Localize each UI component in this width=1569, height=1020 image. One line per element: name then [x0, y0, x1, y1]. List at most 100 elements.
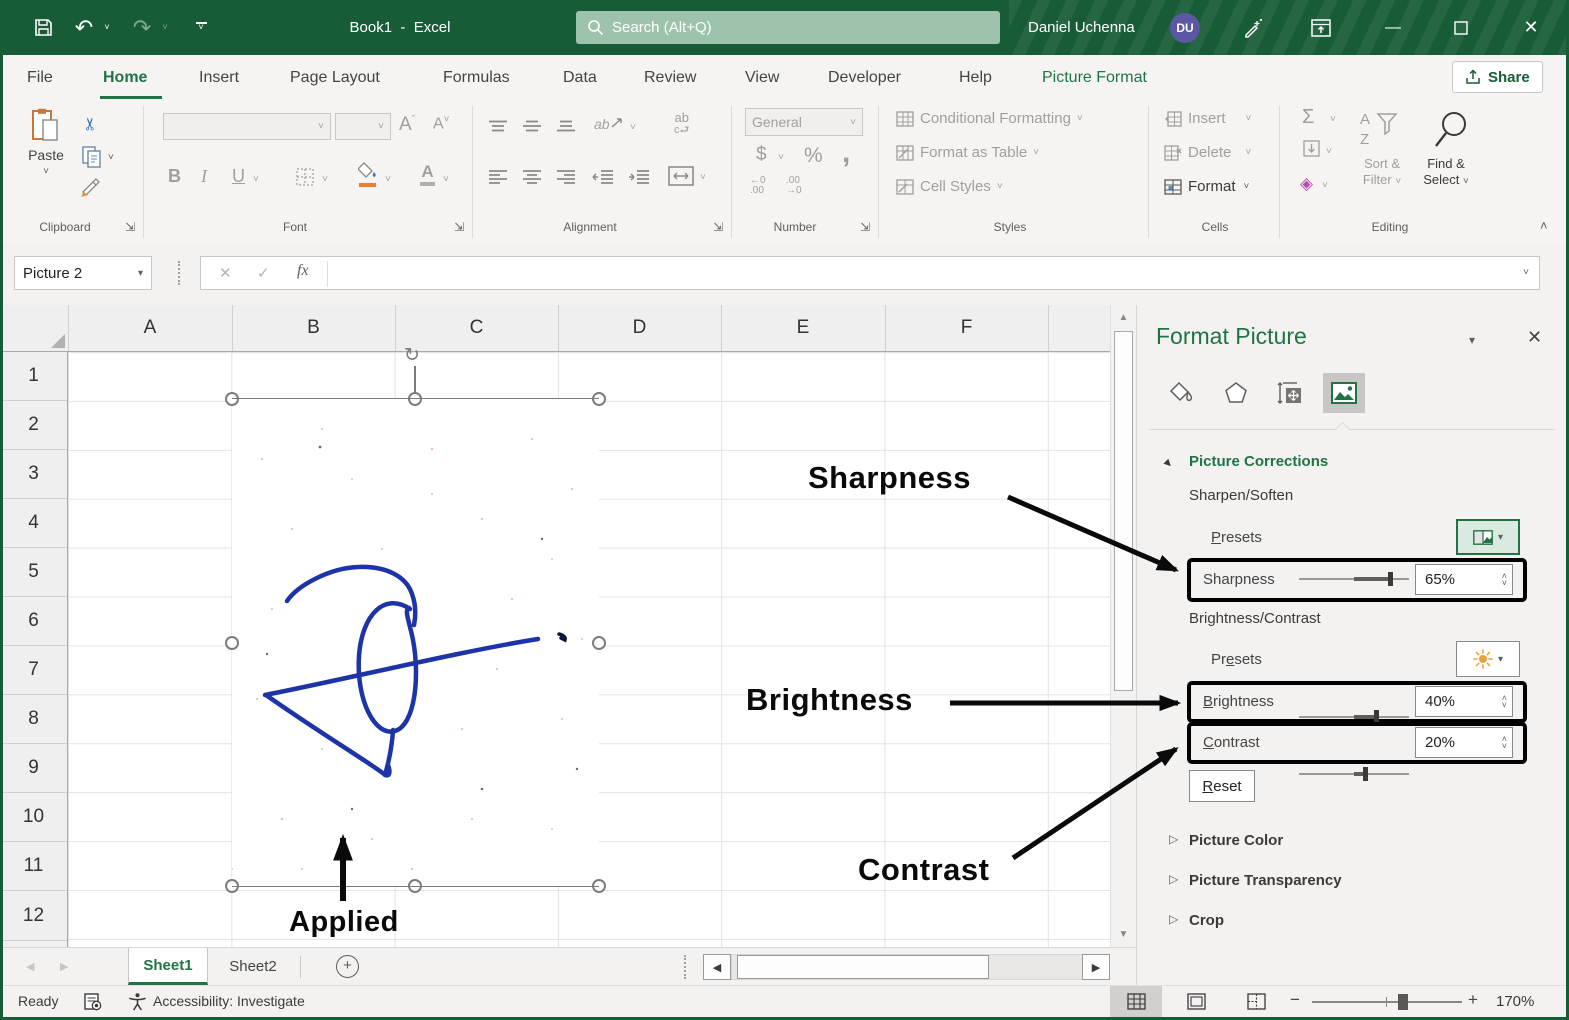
tab-data[interactable]: Data	[563, 55, 597, 100]
pane-close-icon[interactable]: ✕	[1527, 327, 1542, 348]
align-center-icon[interactable]	[522, 170, 542, 185]
sheet-tab-sheet2[interactable]: Sheet2	[209, 948, 297, 985]
enter-formula-icon[interactable]: ✓	[257, 264, 270, 282]
top-align-icon[interactable]	[488, 120, 508, 134]
sharpness-spinner[interactable]: ˄˅	[1502, 573, 1507, 587]
borders-dropdown-icon[interactable]: ˅	[322, 174, 328, 185]
maximize-button[interactable]	[1440, 0, 1482, 55]
row-header-6[interactable]: 6	[0, 597, 67, 646]
new-sheet-button[interactable]: +	[336, 955, 359, 978]
sort-filter-label[interactable]: Sort & Filter ˅	[1356, 156, 1408, 190]
sharpness-value-input[interactable]: 65% ˄˅	[1415, 564, 1513, 595]
picture-transparency-header[interactable]: Picture Transparency	[1189, 872, 1342, 889]
tab-insert[interactable]: Insert	[199, 55, 239, 100]
vertical-scrollbar[interactable]: ▲ ▼	[1110, 305, 1136, 947]
tab-developer[interactable]: Developer	[828, 55, 901, 100]
wrap-text-icon[interactable]: abc⮐	[674, 112, 689, 136]
comma-format-icon[interactable]: ,	[842, 136, 850, 170]
row-header-4[interactable]: 4	[0, 499, 67, 548]
orientation-dropdown-icon[interactable]: ˅	[630, 122, 636, 133]
zoom-in-icon[interactable]: +	[1468, 990, 1478, 1010]
row-header-7[interactable]: 7	[0, 646, 67, 695]
customize-qat-icon[interactable]: ˅	[190, 0, 212, 30]
picture-color-header[interactable]: Picture Color	[1189, 832, 1283, 849]
currency-dropdown-icon[interactable]: ˅	[778, 152, 784, 163]
name-box[interactable]: Picture 2 ▾	[14, 256, 152, 290]
row-header-12[interactable]: 12	[0, 891, 67, 941]
borders-icon[interactable]	[296, 168, 314, 191]
fill-color-dropdown-icon[interactable]: ˅	[385, 174, 391, 185]
row-header-9[interactable]: 9	[0, 744, 67, 793]
picture-color-expand-icon[interactable]: ▷	[1169, 832, 1178, 846]
tab-picture-format[interactable]: Picture Format	[1042, 55, 1147, 100]
row-header-2[interactable]: 2	[0, 401, 67, 450]
sheet-tab-sheet1[interactable]: Sheet1	[128, 948, 208, 985]
reset-button[interactable]: Reset	[1189, 770, 1255, 802]
autosum-icon[interactable]: Σ	[1302, 106, 1314, 129]
sheet-nav-right-icon[interactable]: ▶	[60, 960, 68, 973]
undo-button[interactable]: ↶	[70, 0, 98, 55]
coming-soon-icon[interactable]	[1232, 0, 1274, 55]
name-box-dropdown-icon[interactable]: ▾	[138, 268, 143, 279]
contrast-slider-thumb[interactable]	[1363, 767, 1368, 781]
brightness-spinner[interactable]: ˄˅	[1502, 695, 1507, 709]
collapse-ribbon-icon[interactable]: ˄	[1540, 218, 1548, 233]
orientation-icon[interactable]: ab	[594, 116, 624, 132]
copy-icon[interactable]	[82, 146, 102, 173]
zoom-slider-thumb[interactable]	[1398, 994, 1408, 1010]
bold-button[interactable]: B	[168, 166, 181, 187]
contrast-slider[interactable]	[1299, 766, 1409, 782]
zoom-slider-track[interactable]	[1312, 1001, 1462, 1003]
decrease-indent-icon[interactable]	[592, 170, 614, 185]
expand-formula-bar-icon[interactable]: ˅	[1523, 267, 1529, 278]
align-left-icon[interactable]	[488, 170, 508, 185]
resize-handle-top-right[interactable]	[592, 392, 606, 406]
tab-review[interactable]: Review	[644, 55, 696, 100]
paste-button[interactable]: Paste ˅	[20, 108, 72, 177]
picture-corrections-header[interactable]: Picture Corrections	[1189, 453, 1328, 470]
find-select-label[interactable]: Find & Select ˅	[1418, 156, 1474, 190]
column-header-d[interactable]: D	[558, 305, 721, 351]
share-button[interactable]: Share	[1452, 61, 1543, 93]
ribbon-display-options-icon[interactable]	[1300, 0, 1342, 55]
sharpness-slider-thumb[interactable]	[1388, 572, 1393, 586]
cell-styles-button[interactable]: Cell Styles˅	[896, 178, 1003, 195]
underline-button[interactable]: U	[232, 166, 245, 187]
format-as-table-button[interactable]: Format as Table˅	[896, 144, 1039, 161]
insert-function-icon[interactable]: fx	[297, 262, 309, 280]
column-header-f[interactable]: F	[885, 305, 1048, 351]
avatar[interactable]: DU	[1170, 13, 1200, 43]
column-header-b[interactable]: B	[232, 305, 395, 351]
tab-home[interactable]: Home	[103, 55, 147, 100]
format-cells-button[interactable]: Format˅	[1164, 178, 1249, 195]
font-size-combo[interactable]: ˅	[335, 113, 391, 140]
resize-handle-middle-left[interactable]	[225, 636, 239, 650]
column-header-a[interactable]: A	[68, 305, 232, 351]
zoom-out-icon[interactable]: −	[1290, 990, 1300, 1010]
sheet-nav-left-icon[interactable]: ◀	[26, 960, 34, 973]
hscroll-right-icon[interactable]: ▶	[1082, 954, 1110, 980]
bc-presets-button[interactable]: ▾	[1456, 641, 1520, 677]
pane-tab-fill-line[interactable]	[1161, 373, 1203, 413]
bottom-align-icon[interactable]	[556, 120, 576, 134]
conditional-formatting-button[interactable]: Conditional Formatting˅	[896, 110, 1083, 127]
fill-color-icon[interactable]	[358, 162, 378, 187]
font-color-icon[interactable]: A	[420, 162, 435, 186]
redo-button[interactable]: ↷	[128, 0, 156, 55]
number-dialog-launcher-icon[interactable]: ⇲	[860, 220, 870, 234]
autosum-dropdown-icon[interactable]: ˅	[1330, 114, 1336, 125]
delete-cells-button[interactable]: Delete˅	[1164, 144, 1251, 161]
font-name-combo[interactable]: ˅	[163, 113, 331, 140]
minimize-button[interactable]: —	[1372, 0, 1414, 55]
resize-handle-top-center[interactable]	[408, 392, 422, 406]
align-right-icon[interactable]	[556, 170, 576, 185]
vertical-scrollbar-thumb[interactable]	[1114, 331, 1133, 691]
horizontal-scrollbar-thumb[interactable]	[737, 955, 989, 979]
close-button[interactable]: ✕	[1510, 0, 1552, 55]
picture-transparency-expand-icon[interactable]: ▷	[1169, 872, 1178, 886]
clear-icon[interactable]: ◈	[1300, 174, 1313, 194]
formula-bar-splitter[interactable]	[178, 261, 180, 285]
pane-options-dropdown-icon[interactable]: ▾	[1469, 333, 1475, 347]
font-dialog-launcher-icon[interactable]: ⇲	[454, 220, 464, 234]
row-header-11[interactable]: 11	[0, 842, 67, 891]
